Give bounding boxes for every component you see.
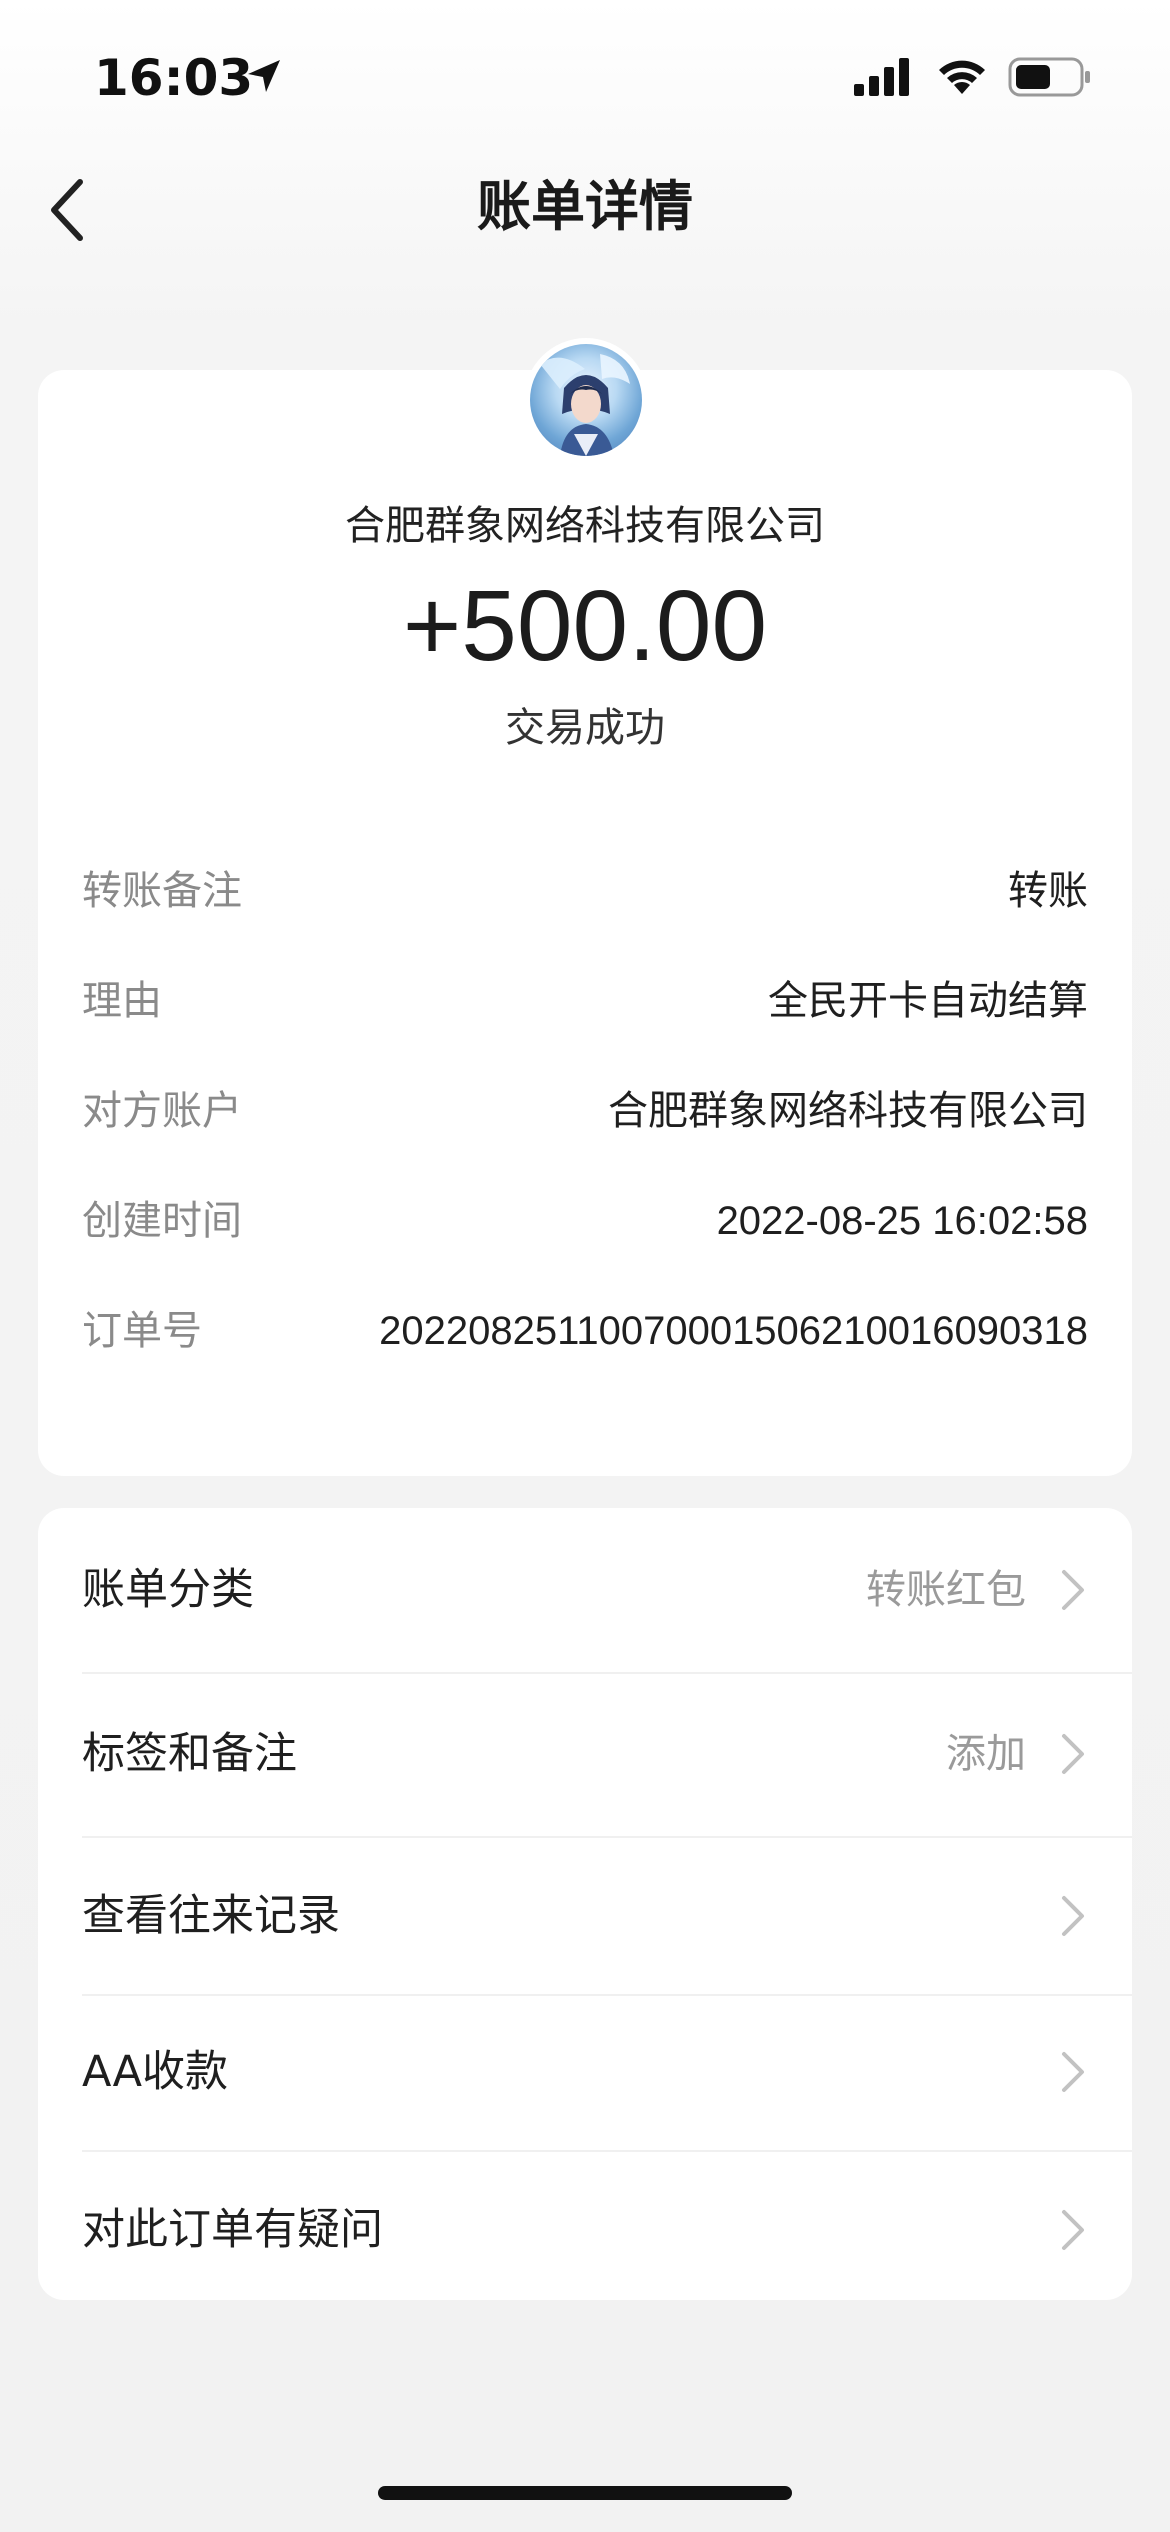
action-tags-notes[interactable]: 标签和备注 添加 <box>38 1674 1132 1836</box>
location-arrow-icon <box>248 60 280 92</box>
action-label: 标签和备注 <box>82 1729 297 1779</box>
action-label: 账单分类 <box>82 1565 254 1615</box>
chevron-right-icon <box>1062 1570 1084 1610</box>
action-value: 转账红包 <box>866 1567 1026 1613</box>
action-order-question[interactable]: 对此订单有疑问 <box>38 2152 1132 2300</box>
page-title: 账单详情 <box>477 175 693 238</box>
chevron-right-icon <box>1062 2210 1084 2250</box>
chevron-right-icon <box>1062 1734 1084 1774</box>
detail-label: 理由 <box>82 978 162 1024</box>
nav-bar: 账单详情 <box>0 150 1170 270</box>
status-time: 16:03 <box>94 49 254 107</box>
action-view-history[interactable]: 查看往来记录 <box>38 1838 1132 1994</box>
action-label: AA收款 <box>82 2047 229 2097</box>
status-bar: 16:03 <box>0 0 1170 150</box>
chevron-right-icon <box>1062 2052 1084 2092</box>
chevron-right-icon <box>1062 1896 1084 1936</box>
avatar[interactable] <box>524 338 648 462</box>
counterparty-name: 合肥群象网络科技有限公司 <box>345 503 825 549</box>
detail-value[interactable]: 合肥群象网络科技有限公司 <box>608 1078 1088 1144</box>
transaction-card: 合肥群象网络科技有限公司 +500.00 交易成功 转账备注 转账 理由 全民开… <box>38 338 1132 1476</box>
detail-value[interactable]: 20220825110070001506210016090318 <box>308 1298 1088 1364</box>
detail-label: 转账备注 <box>82 868 242 914</box>
action-label: 查看往来记录 <box>82 1891 340 1941</box>
home-indicator[interactable] <box>378 2486 792 2500</box>
detail-value: 转账 <box>1008 868 1088 914</box>
wifi-icon <box>939 60 985 94</box>
action-value: 添加 <box>946 1731 1026 1777</box>
transaction-amount: +500.00 <box>402 570 768 682</box>
detail-value: 全民开卡自动结算 <box>768 978 1088 1024</box>
action-label: 对此订单有疑问 <box>82 2205 383 2255</box>
cellular-signal-icon <box>854 58 909 96</box>
transaction-status: 交易成功 <box>505 705 665 751</box>
detail-label: 订单号 <box>82 1308 202 1354</box>
battery-icon <box>1008 57 1090 97</box>
detail-label: 对方账户 <box>82 1088 242 1134</box>
detail-value: 2022-08-25 16:02:58 <box>716 1199 1088 1243</box>
action-aa-collection[interactable]: AA收款 <box>38 1996 1132 2150</box>
actions-card: 账单分类 转账红包 标签和备注 添加 查看往来记录 AA收款 对此订单有疑问 <box>38 1508 1132 2300</box>
action-bill-category[interactable]: 账单分类 转账红包 <box>38 1508 1132 1672</box>
avatar-image <box>530 344 642 456</box>
detail-label: 创建时间 <box>82 1198 242 1244</box>
